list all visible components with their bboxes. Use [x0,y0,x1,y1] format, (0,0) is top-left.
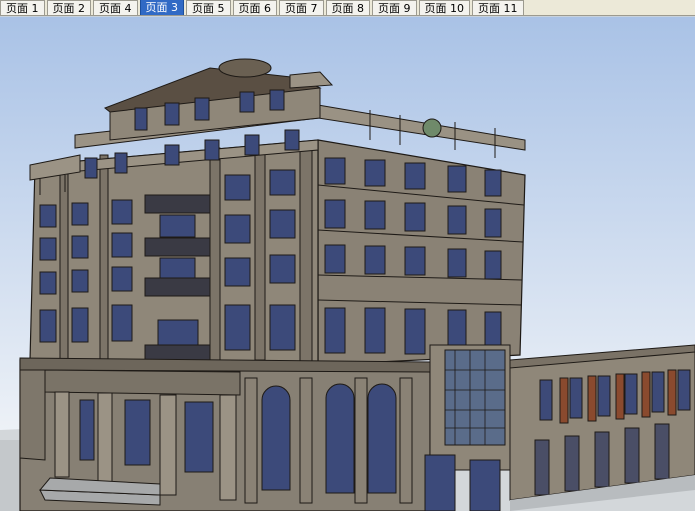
scene-tab-bar: 页面 1 页面 2 页面 4 页面 3 页面 5 页面 6 页面 7 页面 8 … [0,0,695,16]
scene-tab[interactable]: 页面 8 [325,0,370,15]
podium [19,357,431,511]
scene-tab[interactable]: 页面 11 [472,0,524,15]
scene-tab[interactable]: 页面 1 [0,0,45,15]
scene-tab[interactable]: 页面 2 [46,0,91,15]
left-wall [19,369,46,461]
scene-tab[interactable]: 页面 5 [186,0,231,15]
scene-tab[interactable]: 页面 4 [93,0,138,15]
scene-tab[interactable]: 页面 6 [232,0,277,15]
scene-tab[interactable]: 页面 9 [372,0,417,15]
shop-row [509,344,695,511]
scene-tab[interactable]: 页面 10 [418,0,470,15]
model-viewport[interactable] [0,17,695,511]
scene-tab[interactable]: 页面 7 [279,0,324,15]
scene-tab-active[interactable]: 页面 3 [139,0,184,15]
building-model-render [0,17,695,511]
